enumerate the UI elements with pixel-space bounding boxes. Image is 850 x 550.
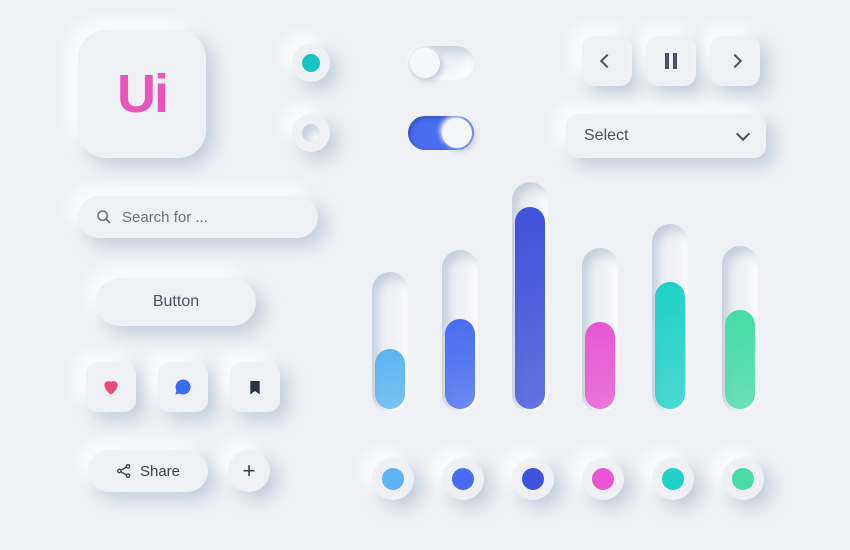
logo-tile: Ui <box>78 30 206 158</box>
color-swatch-5[interactable] <box>652 458 694 500</box>
search-icon <box>96 209 112 225</box>
swatch-dot-icon <box>592 468 614 490</box>
primary-button[interactable]: Button <box>96 278 256 326</box>
add-button[interactable]: + <box>228 450 270 492</box>
eq-slider-1[interactable] <box>372 272 408 412</box>
chat-icon <box>173 377 193 397</box>
search-placeholder: Search for ... <box>122 209 208 226</box>
radio-unselected[interactable] <box>292 114 330 152</box>
eq-fill <box>515 207 545 409</box>
color-swatch-2[interactable] <box>442 458 484 500</box>
chevron-left-icon <box>600 54 614 68</box>
chevron-down-icon <box>736 127 750 141</box>
toggle-on[interactable] <box>408 116 474 150</box>
eq-slider-3[interactable] <box>512 182 548 412</box>
prev-button[interactable] <box>582 36 632 86</box>
eq-fill <box>585 322 615 409</box>
button-label: Button <box>153 293 199 311</box>
next-button[interactable] <box>710 36 760 86</box>
share-label: Share <box>140 463 180 480</box>
heart-button[interactable] <box>86 362 136 412</box>
share-icon <box>116 463 132 479</box>
pause-button[interactable] <box>646 36 696 86</box>
toggle-knob <box>442 118 472 148</box>
search-input[interactable]: Search for ... <box>78 196 318 238</box>
toggle-off[interactable] <box>408 46 474 80</box>
eq-fill <box>445 319 475 409</box>
pause-icon <box>664 53 678 69</box>
color-swatch-1[interactable] <box>372 458 414 500</box>
select-label: Select <box>584 127 628 145</box>
swatch-dot-icon <box>662 468 684 490</box>
bookmark-icon <box>247 377 263 397</box>
swatch-dot-icon <box>452 468 474 490</box>
color-swatch-6[interactable] <box>722 458 764 500</box>
share-button[interactable]: Share <box>88 450 208 492</box>
color-swatch-4[interactable] <box>582 458 624 500</box>
eq-slider-2[interactable] <box>442 250 478 412</box>
eq-slider-4[interactable] <box>582 248 618 412</box>
logo-text: Ui <box>117 63 167 125</box>
eq-slider-5[interactable] <box>652 224 688 412</box>
eq-fill <box>375 349 405 409</box>
radio-selected[interactable] <box>292 44 330 82</box>
radio-hole-icon <box>302 124 320 142</box>
color-swatch-3[interactable] <box>512 458 554 500</box>
toggle-knob <box>410 48 440 78</box>
chevron-right-icon <box>728 54 742 68</box>
select-dropdown[interactable]: Select <box>566 114 766 158</box>
eq-fill <box>725 310 755 409</box>
bookmark-button[interactable] <box>230 362 280 412</box>
eq-fill <box>655 282 685 409</box>
heart-icon <box>101 377 121 397</box>
radio-dot-icon <box>302 54 320 72</box>
eq-slider-6[interactable] <box>722 246 758 412</box>
swatch-dot-icon <box>382 468 404 490</box>
swatch-dot-icon <box>732 468 754 490</box>
chat-button[interactable] <box>158 362 208 412</box>
swatch-dot-icon <box>522 468 544 490</box>
plus-icon: + <box>243 458 256 484</box>
